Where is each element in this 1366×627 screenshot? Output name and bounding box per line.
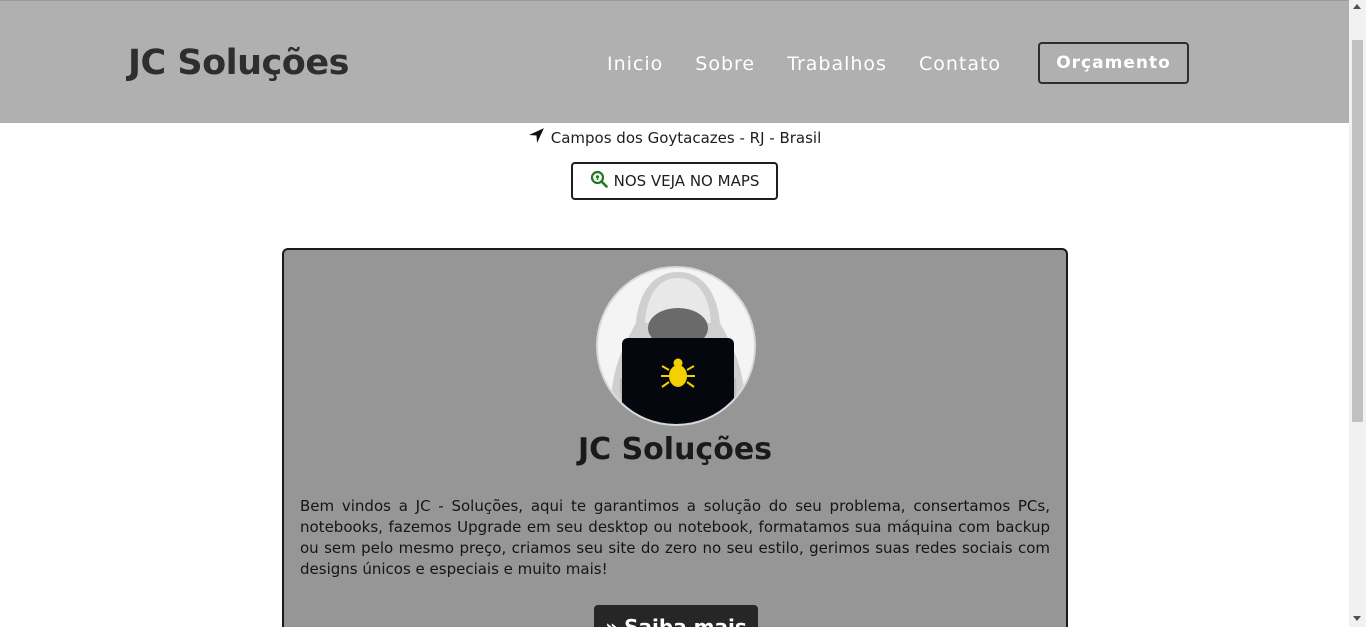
nav-link-sobre[interactable]: Sobre [695, 53, 755, 75]
scroll-down-arrow-icon[interactable] [1353, 616, 1361, 621]
map-search-icon [590, 170, 608, 192]
maps-button[interactable]: NOS VEJA NO MAPS [571, 162, 778, 200]
location-line: Campos dos Goytacazes - RJ - Brasil [0, 127, 1349, 148]
nav-link-contato[interactable]: Contato [919, 53, 1001, 75]
scroll-up-arrow-icon[interactable] [1353, 4, 1361, 9]
brand-logo-text[interactable]: JC Soluções [128, 43, 349, 83]
card-description: Bem vindos a JC - Soluções, aqui te gara… [300, 497, 1050, 578]
scroll-thumb[interactable] [1352, 40, 1363, 422]
maps-button-label: NOS VEJA NO MAPS [613, 172, 760, 190]
location-arrow-icon [528, 127, 545, 148]
quote-button[interactable]: Orçamento [1038, 42, 1189, 84]
hacker-avatar-icon [596, 266, 756, 426]
about-card: JC Soluções Bem vindos a JC - Soluções, … [282, 248, 1068, 627]
double-chevron-right-icon: » [605, 615, 619, 627]
location-text: Campos dos Goytacazes - RJ - Brasil [550, 128, 822, 147]
card-title: JC Soluções [577, 432, 773, 467]
learn-more-label: Saiba mais [624, 615, 747, 627]
learn-more-button[interactable]: » Saiba mais [594, 605, 758, 627]
page-scrollbar[interactable] [1349, 0, 1366, 627]
site-header: JC Soluções Inicio Sobre Trabalhos Conta… [0, 0, 1349, 123]
main-nav: Inicio Sobre Trabalhos Contato [607, 53, 1033, 75]
nav-link-inicio[interactable]: Inicio [607, 53, 663, 75]
nav-link-trabalhos[interactable]: Trabalhos [787, 53, 887, 75]
